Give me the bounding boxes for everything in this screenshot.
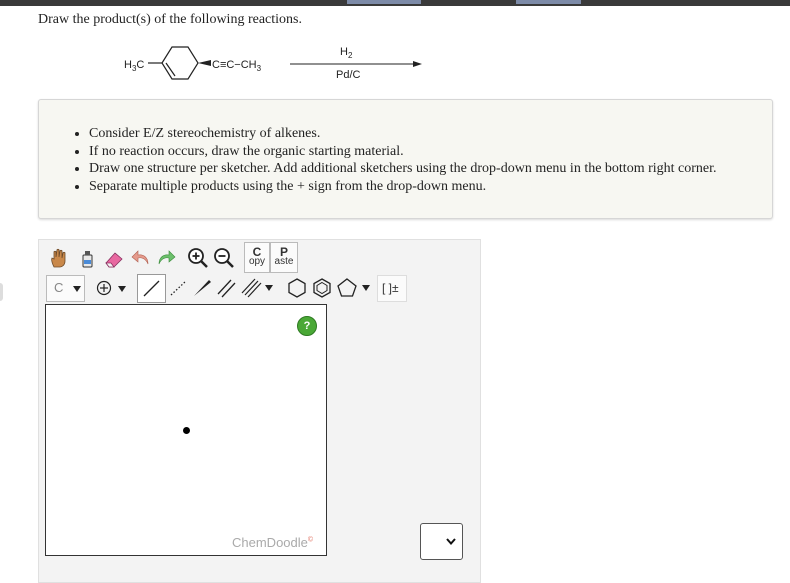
brand-text: ChemDoodle [232, 535, 308, 550]
reactant-left-label: H3C [124, 59, 144, 73]
chevron-down-icon [446, 538, 456, 545]
side-handle[interactable] [0, 283, 3, 301]
instruction-item: Separate multiple products using the + s… [89, 178, 779, 196]
wedge-bond-icon [194, 280, 211, 296]
chevron-down-icon [362, 285, 370, 291]
zoom-out-button[interactable] [211, 245, 237, 271]
copy-button-bottom: opy [248, 256, 266, 267]
reaction-arrowhead [413, 61, 422, 67]
hashed-bond-icon [170, 280, 187, 296]
paste-button[interactable]: P aste [270, 242, 298, 273]
cyclohexane-button[interactable] [284, 275, 310, 301]
zoom-in-icon [188, 248, 208, 268]
double-bond-button[interactable] [213, 275, 239, 301]
benzene-button[interactable] [309, 275, 335, 301]
zoom-in-button[interactable] [185, 245, 211, 271]
redo-icon [158, 250, 176, 265]
hexagon-icon [288, 278, 306, 298]
zoom-out-icon [214, 248, 234, 268]
hashed-bond-button[interactable] [165, 275, 191, 301]
eraser-icon [105, 252, 123, 268]
single-bond-button[interactable] [137, 274, 166, 303]
single-bond-icon [143, 280, 160, 297]
triple-bond-icon [241, 278, 262, 298]
benzene-icon [313, 278, 331, 298]
bottle-icon [82, 251, 93, 268]
reactant-right-label: C≡C−CH3 [212, 59, 262, 73]
wedge-bond [198, 60, 211, 66]
reagent-bottom: Pd/C [336, 69, 361, 81]
element-selector[interactable]: C [46, 275, 85, 302]
chemdoodle-logo: ChemDoodle© [232, 535, 313, 550]
ring-double-bond [165, 62, 176, 77]
redo-button[interactable] [153, 245, 179, 271]
chevron-down-icon [73, 286, 81, 292]
reaction-scheme: H3C C≡C−CH3 H2 Pd/C [124, 46, 422, 81]
paste-button-bottom: aste [274, 256, 294, 267]
instruction-item: If no reaction occurs, draw the organic … [89, 143, 779, 161]
triple-bond-selector[interactable] [237, 275, 277, 301]
brand-mark: © [307, 536, 314, 544]
instruction-item: Consider E/Z stereochemistry of alkenes. [89, 125, 779, 143]
add-sketcher-dropdown[interactable] [420, 523, 463, 560]
charge-selector[interactable] [89, 275, 131, 302]
charge-plus-icon [96, 280, 112, 296]
reagent-top: H2 [340, 46, 353, 60]
clear-button[interactable] [74, 245, 100, 271]
wedge-bond-button[interactable] [189, 275, 215, 301]
instructions-box: Consider E/Z stereochemistry of alkenes.… [38, 99, 773, 219]
double-bond-icon [217, 279, 236, 298]
templates-label: [ ]± [382, 281, 399, 295]
drawing-canvas[interactable]: ? ChemDoodle© [45, 304, 327, 556]
instruction-item: Draw one structure per sketcher. Add add… [89, 160, 779, 178]
element-label: C [54, 280, 64, 295]
chemdoodle-sketcher: C opy P aste C []± ? ChemDoodle© [38, 239, 481, 583]
eraser-button[interactable] [101, 245, 127, 271]
chevron-down-icon [265, 285, 273, 291]
chevron-down-icon [118, 286, 126, 292]
copy-button[interactable]: C opy [244, 242, 270, 273]
undo-icon [131, 250, 149, 265]
hand-tool-button[interactable] [46, 245, 72, 271]
cyclohexene-ring [161, 46, 199, 80]
templates-button[interactable]: [ ]± [377, 275, 407, 302]
instructions-list: Consider E/Z stereochemistry of alkenes.… [39, 125, 779, 195]
cursor-dot [183, 427, 190, 434]
ring-selector[interactable] [334, 275, 374, 301]
pentagon-icon [337, 278, 357, 297]
hand-icon [51, 248, 66, 268]
undo-button[interactable] [128, 245, 154, 271]
help-icon[interactable]: ? [297, 316, 317, 336]
